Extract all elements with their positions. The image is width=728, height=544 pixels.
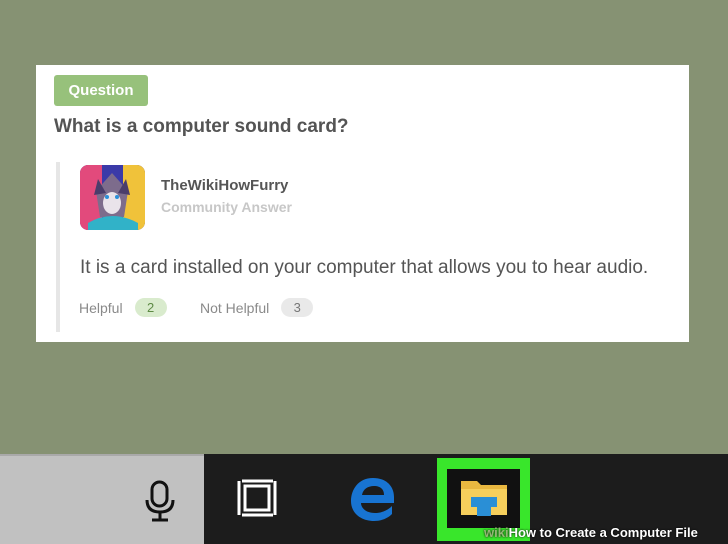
wikihow-watermark: wikiHow to Create a Computer File [484,525,698,540]
microphone-icon[interactable] [143,480,177,522]
qa-card: Question What is a computer sound card? … [36,65,689,342]
question-badge: Question [54,75,148,106]
cortana-search-box[interactable] [0,454,204,544]
not-helpful-label: Not Helpful [200,299,270,316]
file-explorer-icon[interactable] [459,475,509,521]
edge-icon[interactable] [348,474,398,524]
not-helpful-button[interactable]: Not Helpful 3 [200,298,314,317]
helpful-label: Helpful [79,299,123,316]
question-title: What is a computer sound card? [54,116,349,137]
answer-role: Community Answer [161,199,292,215]
file-explorer-button[interactable] [447,469,520,528]
not-helpful-count: 3 [281,298,314,317]
helpful-count: 2 [134,298,167,317]
avatar[interactable] [80,165,145,230]
answer-author[interactable]: TheWikiHowFurry [161,177,288,194]
answer-text: It is a card installed on your computer … [80,257,649,278]
helpful-button[interactable]: Helpful 2 [79,298,167,317]
answer-divider [56,162,60,332]
task-view-icon[interactable] [237,478,281,518]
